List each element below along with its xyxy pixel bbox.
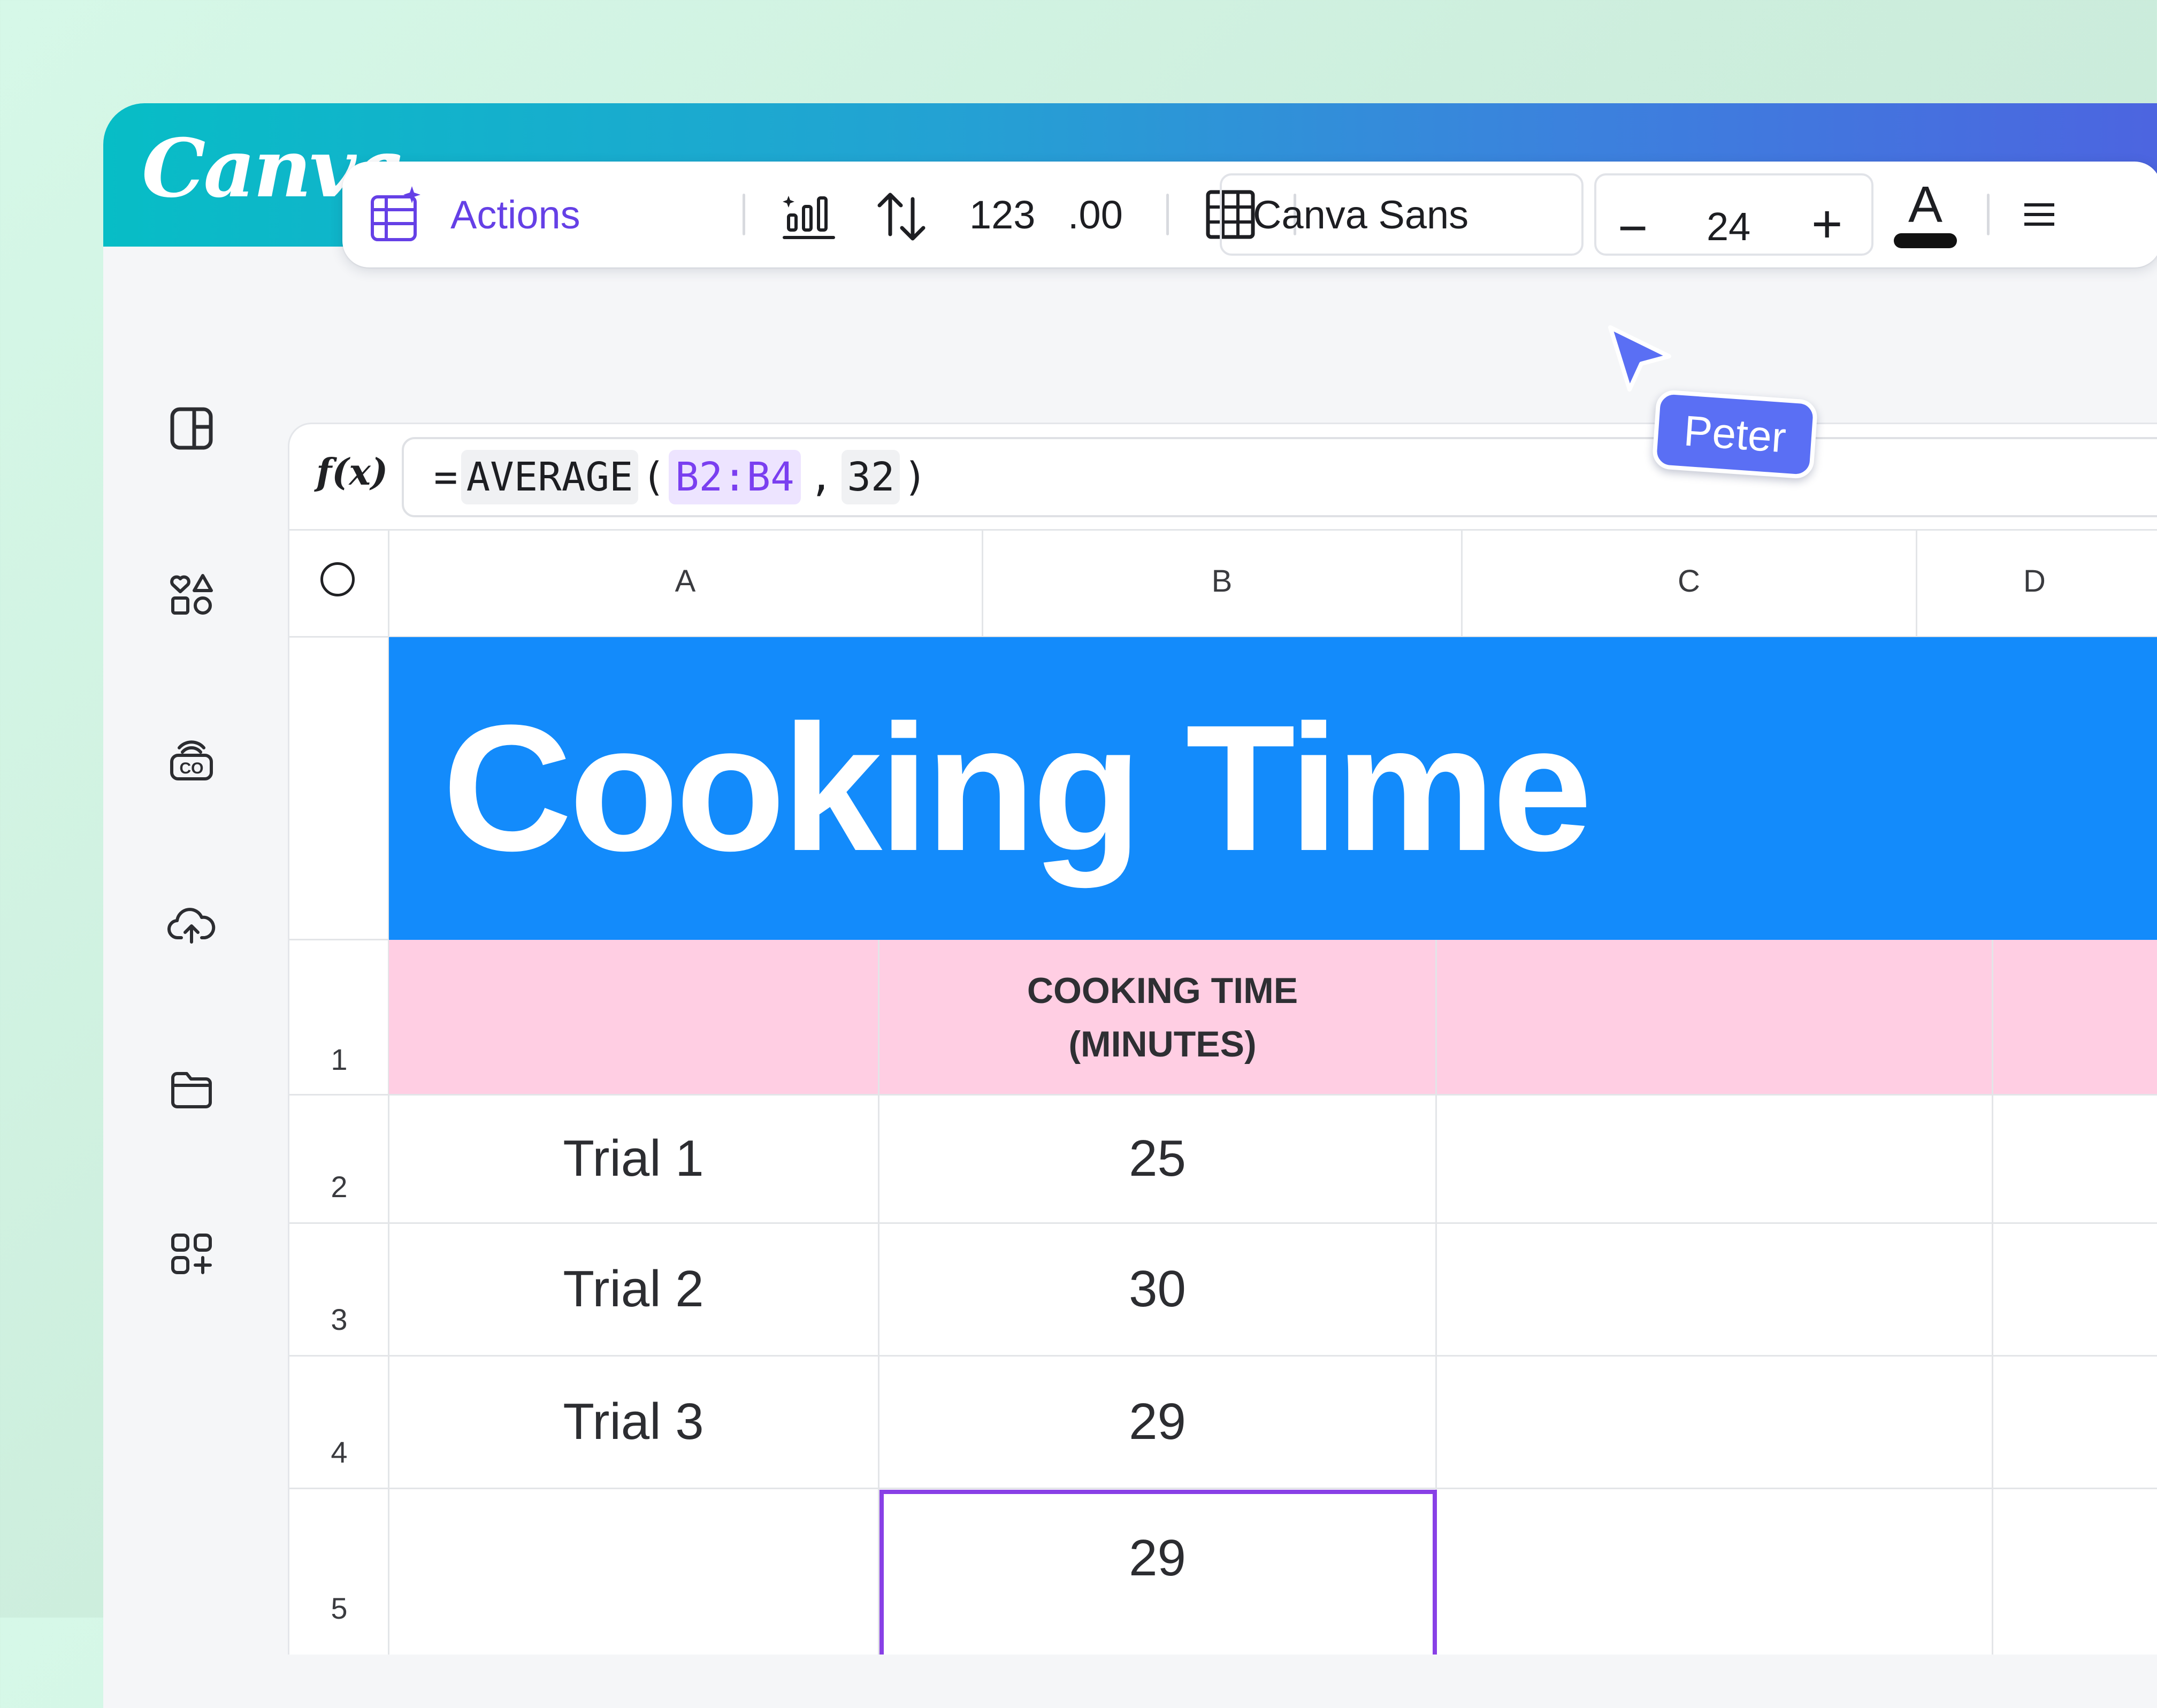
decrease-font-size-button[interactable]: −: [1618, 175, 1648, 281]
formula-function: AVERAGE: [461, 450, 639, 504]
formula-label: f(x): [316, 451, 388, 494]
brand-icon[interactable]: CO: [167, 735, 216, 783]
formula-equals: =: [434, 454, 458, 500]
cell-a2[interactable]: Trial 1: [389, 1095, 878, 1222]
sheet-toolbar: Actions 123 .00 Canva Sans − 24 + A: [342, 162, 2157, 267]
cell-a3[interactable]: Trial 2: [389, 1223, 878, 1355]
gridline: [1992, 940, 1993, 1655]
actions-label: Actions: [450, 192, 580, 237]
formula-close-paren: ): [903, 454, 927, 500]
spreadsheet: f(x) = AVERAGE ( B2:B4 , 32 ) A B C D Co…: [288, 423, 2157, 1655]
magic-table-icon: [371, 186, 420, 241]
row-header-2[interactable]: 2: [289, 1095, 389, 1222]
cooking-time-header-cell[interactable]: COOKING TIME (MINUTES): [884, 940, 1441, 1095]
row-header-1[interactable]: 1: [289, 940, 389, 1095]
sheet-title: Cooking Time: [442, 688, 1592, 889]
folder-icon[interactable]: [167, 1065, 216, 1113]
header-line-1: COOKING TIME: [1027, 970, 1298, 1011]
align-button[interactable]: [2022, 162, 2054, 267]
apps-icon[interactable]: [167, 1230, 216, 1278]
formula-range: B2:B4: [669, 450, 801, 504]
layout-panel-icon[interactable]: [167, 404, 216, 453]
sort-button[interactable]: [872, 162, 931, 267]
upload-cloud-icon[interactable]: [167, 900, 216, 948]
row-header-4[interactable]: 4: [289, 1356, 389, 1488]
column-header-b[interactable]: B: [983, 530, 1461, 632]
toolbar-divider: [1987, 194, 1990, 235]
column-header-d[interactable]: D: [1917, 530, 2152, 632]
font-size-value[interactable]: 24: [1707, 173, 1750, 279]
selected-cell-outline: [879, 1490, 1437, 1655]
select-all-button[interactable]: [320, 562, 355, 596]
column-header-a[interactable]: A: [389, 530, 982, 632]
decimal-format-button[interactable]: .00: [1068, 162, 1123, 267]
font-family-value: Canva Sans: [1253, 192, 1469, 237]
number-format-button[interactable]: 123: [969, 162, 1035, 267]
cell-b4[interactable]: 29: [879, 1356, 1435, 1488]
collaborator-cursor-icon: [1608, 325, 1671, 392]
increase-font-size-button[interactable]: +: [1811, 171, 1842, 277]
font-size-stepper[interactable]: − 24 +: [1594, 173, 1873, 257]
cell-a5[interactable]: [389, 1489, 878, 1628]
formula-open-paren: (: [641, 454, 666, 500]
text-color-letter: A: [1908, 176, 1943, 233]
sidebar: CO: [103, 247, 287, 1708]
toolbar-divider: [1166, 194, 1169, 235]
row-header-3[interactable]: 3: [289, 1223, 389, 1355]
collaborator-name-tag: Peter: [1651, 389, 1818, 480]
column-header-c[interactable]: C: [1462, 530, 1916, 632]
cell-b3[interactable]: 30: [879, 1223, 1435, 1355]
bar-chart-sparkle-icon: [783, 196, 835, 239]
header-line-2: (MINUTES): [1068, 1024, 1257, 1064]
text-color-swatch: [1894, 233, 1957, 248]
row-header-5[interactable]: 5: [289, 1489, 389, 1644]
font-family-select[interactable]: Canva Sans: [1220, 173, 1584, 256]
cell-b2[interactable]: 25: [879, 1095, 1435, 1222]
elements-icon[interactable]: [167, 570, 216, 618]
formula-arg: 32: [842, 450, 900, 504]
formula-comma: ,: [809, 454, 833, 500]
sort-arrows-icon: [877, 193, 925, 241]
align-lines-icon: [2024, 203, 2054, 226]
svg-text:CO: CO: [180, 760, 204, 777]
formula-input[interactable]: = AVERAGE ( B2:B4 , 32 ): [402, 437, 2157, 517]
actions-button[interactable]: Actions: [368, 162, 580, 267]
cell-a4[interactable]: Trial 3: [389, 1356, 878, 1488]
title-banner[interactable]: Cooking Time: [389, 637, 2157, 940]
toolbar-divider: [743, 194, 745, 235]
text-color-button[interactable]: A: [1894, 162, 1957, 267]
chart-button[interactable]: [781, 162, 840, 267]
